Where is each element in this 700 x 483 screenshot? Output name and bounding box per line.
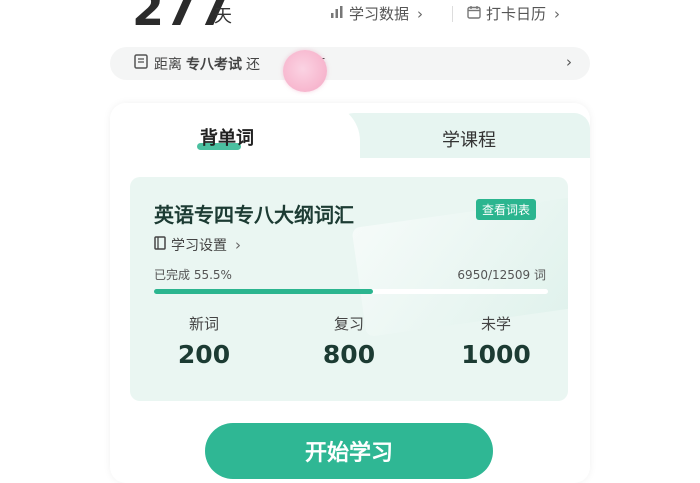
notebook-icon [134,54,148,73]
stat-label: 复习 [333,315,364,333]
stat-label: 未学 [480,315,511,333]
countdown-prefix: 距离 [154,56,182,73]
stat-value: 1000 [461,340,531,369]
stat-review-words: 复习 800 [299,313,399,369]
checkin-calendar-link[interactable]: 打卡日历 › [467,3,560,24]
tab-words-label[interactable]: 背单词 [200,124,254,150]
progress-bar [154,289,548,294]
chevron-right-icon: › [566,53,572,71]
study-data-label: 学习数据 [349,5,410,23]
divider [452,6,453,22]
checkin-calendar-label: 打卡日历 [486,5,547,23]
top-stats-row: 277 天 学习数据 › 打卡日历 › [0,0,700,36]
progress-bar-fill [154,289,373,294]
study-days-unit: 天 [214,6,232,27]
word-count-progress: 6950/12509 词 [457,268,546,282]
tab-courses-label[interactable]: 学课程 [442,126,496,152]
stat-unlearned-words: 未学 1000 [446,313,546,369]
stat-value: 800 [322,340,376,369]
chevron-right-icon: › [554,4,561,23]
study-data-link[interactable]: 学习数据 › [330,3,423,24]
heart-sticker-overlay [283,50,327,92]
tab-bar: 背单词 学课程 [110,103,590,158]
settings-book-icon [154,236,166,254]
stat-new-words: 新词 200 [154,313,254,369]
study-settings-label: 学习设置 [171,238,227,254]
stat-label: 新词 [188,315,219,333]
completion-percent: 已完成 55.5% [154,268,232,282]
calendar-icon [467,5,481,23]
study-settings-link[interactable]: 学习设置 › [154,235,241,255]
start-learning-button[interactable]: 开始学习 [205,423,493,479]
chevron-right-icon: › [235,236,241,254]
exam-countdown-banner[interactable]: 距离 专八考试 还 天 › [110,47,590,80]
stat-value: 200 [177,340,231,369]
wordbook-card: 英语专四专八大纲词汇 查看词表 学习设置 › 已完成 55.5% 6950/12… [130,177,568,401]
countdown-suffix: 还 [246,56,260,73]
view-word-list-button[interactable]: 查看词表 [476,199,537,220]
chevron-right-icon: › [417,4,424,23]
countdown-exam-name: 专八考试 [186,56,242,73]
bar-chart-icon [330,5,344,23]
study-card: 背单词 学课程 英语专四专八大纲词汇 查看词表 学习设置 › 已完成 55.5%… [110,103,590,483]
wordbook-title: 英语专四专八大纲词汇 [154,203,354,227]
